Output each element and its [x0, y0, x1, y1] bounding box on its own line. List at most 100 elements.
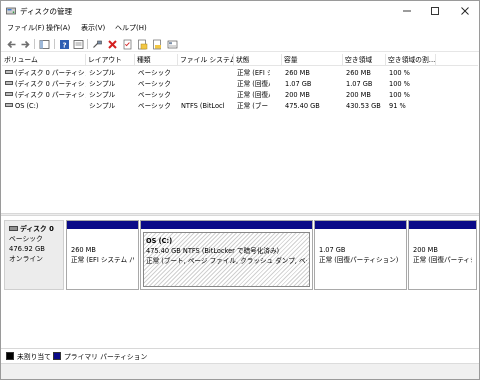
- new-folder-button[interactable]: [136, 38, 148, 50]
- free-space-cell: 430.53 GB: [346, 102, 381, 110]
- filesystem-cell: [178, 90, 234, 101]
- column-header-volume[interactable]: ボリューム: [2, 54, 86, 66]
- help-button[interactable]: ?: [58, 38, 70, 50]
- layout-cell: シンプル: [89, 102, 116, 110]
- legend: 未割り当て プライマリ パーティション: [1, 348, 479, 362]
- volume-name-cell: (ディスク 0 パーティション 4): [2, 79, 86, 90]
- percent-free-cell: 91 %: [389, 102, 406, 110]
- delete-icon: [107, 39, 117, 49]
- console-tree-button[interactable]: [38, 38, 50, 50]
- volume-icon: [5, 92, 13, 96]
- partition-bar: [315, 221, 406, 229]
- status-cell: 正常 (回復パーティション): [237, 91, 270, 99]
- percent-free-cell: 100 %: [389, 91, 410, 99]
- capacity-cell: 260 MB: [285, 69, 310, 77]
- layout-cell: シンプル: [89, 69, 116, 77]
- back-icon: [6, 40, 15, 48]
- disk-0-label[interactable]: ディスク 0 ベーシック 476.92 GB オンライン: [4, 220, 64, 290]
- disk-type: ベーシック: [9, 235, 43, 243]
- volume-icon: [5, 70, 13, 74]
- capacity-cell: 200 MB: [285, 91, 310, 99]
- percent-free-cell: 100 %: [389, 69, 410, 77]
- menu-action[interactable]: 操作(A): [46, 23, 70, 33]
- layout-cell: シンプル: [89, 91, 116, 99]
- status-cell: 正常 (ブート, ページ ファイル, クラッシュ ダンプ, ベーシック データ …: [237, 102, 270, 110]
- volume-name: OS (C:): [15, 102, 39, 110]
- percent-free-cell: 100 %: [389, 80, 410, 88]
- column-header-capacity[interactable]: 容量: [282, 54, 343, 66]
- disk-size: 476.92 GB: [9, 245, 45, 253]
- capacity-cell: 1.07 GB: [285, 80, 312, 88]
- minimize-icon: [403, 10, 411, 12]
- disk-view-button[interactable]: [166, 38, 178, 50]
- volume-icon: [5, 103, 13, 107]
- partition-bar: [67, 221, 138, 229]
- volume-name-cell: OS (C:): [2, 101, 86, 112]
- help-icon: ?: [59, 39, 69, 49]
- connect-button[interactable]: [91, 38, 103, 50]
- volume-list: ボリューム レイアウト 種類 ファイル システム 状態 容量 空き領域 空き領域…: [2, 54, 478, 212]
- status-bar: [1, 363, 479, 379]
- column-header-percent-free[interactable]: 空き領域の割...: [386, 54, 436, 66]
- column-header-status[interactable]: 状態: [234, 54, 282, 66]
- status-cell: 正常 (回復パーティション): [237, 80, 270, 88]
- volume-row[interactable]: OS (C:) シンプル ベーシック NTFS (BitLocker で暗号化済…: [2, 101, 478, 112]
- toolbar-separator: [34, 39, 35, 49]
- menu-file[interactable]: ファイル(F): [7, 23, 45, 33]
- partition-recovery-2[interactable]: 200 MB 正常 (回復パーティション): [408, 220, 477, 290]
- minimize-button[interactable]: [393, 1, 421, 21]
- toolbar-separator: [87, 39, 88, 49]
- disk-icon: [9, 225, 18, 231]
- maximize-button[interactable]: [421, 1, 449, 21]
- close-icon: [461, 7, 469, 15]
- column-header-free-space[interactable]: 空き領域: [343, 54, 386, 66]
- menu-help[interactable]: ヘルプ(H): [115, 23, 147, 33]
- legend-primary-partition: プライマリ パーティション: [64, 353, 148, 361]
- partition-bar: [141, 221, 312, 229]
- forward-button[interactable]: [19, 38, 31, 50]
- open-folder-icon: [152, 39, 161, 49]
- partition-os-c[interactable]: OS (C:) 475.40 GB NTFS (BitLocker で暗号化済み…: [140, 220, 313, 290]
- partition-recovery-1[interactable]: 1.07 GB 正常 (回復パーティション): [314, 220, 407, 290]
- filesystem-cell: [178, 79, 234, 90]
- checklist-icon: [123, 39, 131, 49]
- open-folder-button[interactable]: [151, 38, 163, 50]
- type-cell: ベーシック: [138, 69, 171, 77]
- partition-body: 260 MB 正常 (EFI システム パーティション): [69, 232, 136, 287]
- partition-body: 1.07 GB 正常 (回復パーティション): [317, 232, 404, 287]
- window-title: ディスクの管理: [20, 7, 72, 16]
- delete-button[interactable]: [106, 38, 118, 50]
- volume-icon: [5, 81, 13, 85]
- volume-row[interactable]: (ディスク 0 パーティション 5) シンプル ベーシック 正常 (回復パーティ…: [2, 90, 478, 101]
- unallocated-swatch: [6, 352, 14, 360]
- column-header-type[interactable]: 種類: [135, 54, 178, 66]
- type-cell: ベーシック: [138, 102, 171, 110]
- filesystem-cell: [178, 68, 234, 79]
- menu-view[interactable]: 表示(V): [81, 23, 105, 33]
- partition-body-selected: OS (C:) 475.40 GB NTFS (BitLocker で暗号化済み…: [143, 232, 310, 287]
- volume-name: (ディスク 0 パーティション 1): [15, 69, 86, 77]
- type-cell: ベーシック: [138, 91, 171, 99]
- partition-size: 475.40 GB NTFS (BitLocker で暗号化済み): [146, 247, 280, 255]
- status-cell: 正常 (EFI システム パーティション): [237, 69, 270, 77]
- volume-row[interactable]: (ディスク 0 パーティション 4) シンプル ベーシック 正常 (回復パーティ…: [2, 79, 478, 90]
- column-header-layout[interactable]: レイアウト: [86, 54, 135, 66]
- close-button[interactable]: [451, 1, 479, 21]
- volume-row[interactable]: (ディスク 0 パーティション 1) シンプル ベーシック 正常 (EFI シス…: [2, 68, 478, 79]
- disk-view-icon: [167, 40, 177, 48]
- disk-management-window: ディスクの管理 ファイル(F) 操作(A) 表示(V) ヘルプ(H) ? ボリュ…: [0, 0, 480, 380]
- partition-efi[interactable]: 260 MB 正常 (EFI システム パーティション): [66, 220, 139, 290]
- toolbar: ?: [1, 36, 479, 52]
- partition-body: 200 MB 正常 (回復パーティション): [411, 232, 474, 287]
- title-bar[interactable]: ディスクの管理: [1, 1, 479, 21]
- back-button[interactable]: [5, 38, 17, 50]
- type-cell: ベーシック: [138, 80, 171, 88]
- filesystem-cell: NTFS (BitLocker で暗号化済み): [181, 102, 224, 110]
- layout-cell: シンプル: [89, 80, 116, 88]
- free-space-cell: 200 MB: [346, 91, 371, 99]
- column-header-filesystem[interactable]: ファイル システム: [178, 54, 234, 66]
- partition-size: 260 MB: [71, 246, 96, 254]
- properties-button[interactable]: [72, 38, 84, 50]
- checklist-button[interactable]: [121, 38, 133, 50]
- maximize-icon: [431, 7, 439, 15]
